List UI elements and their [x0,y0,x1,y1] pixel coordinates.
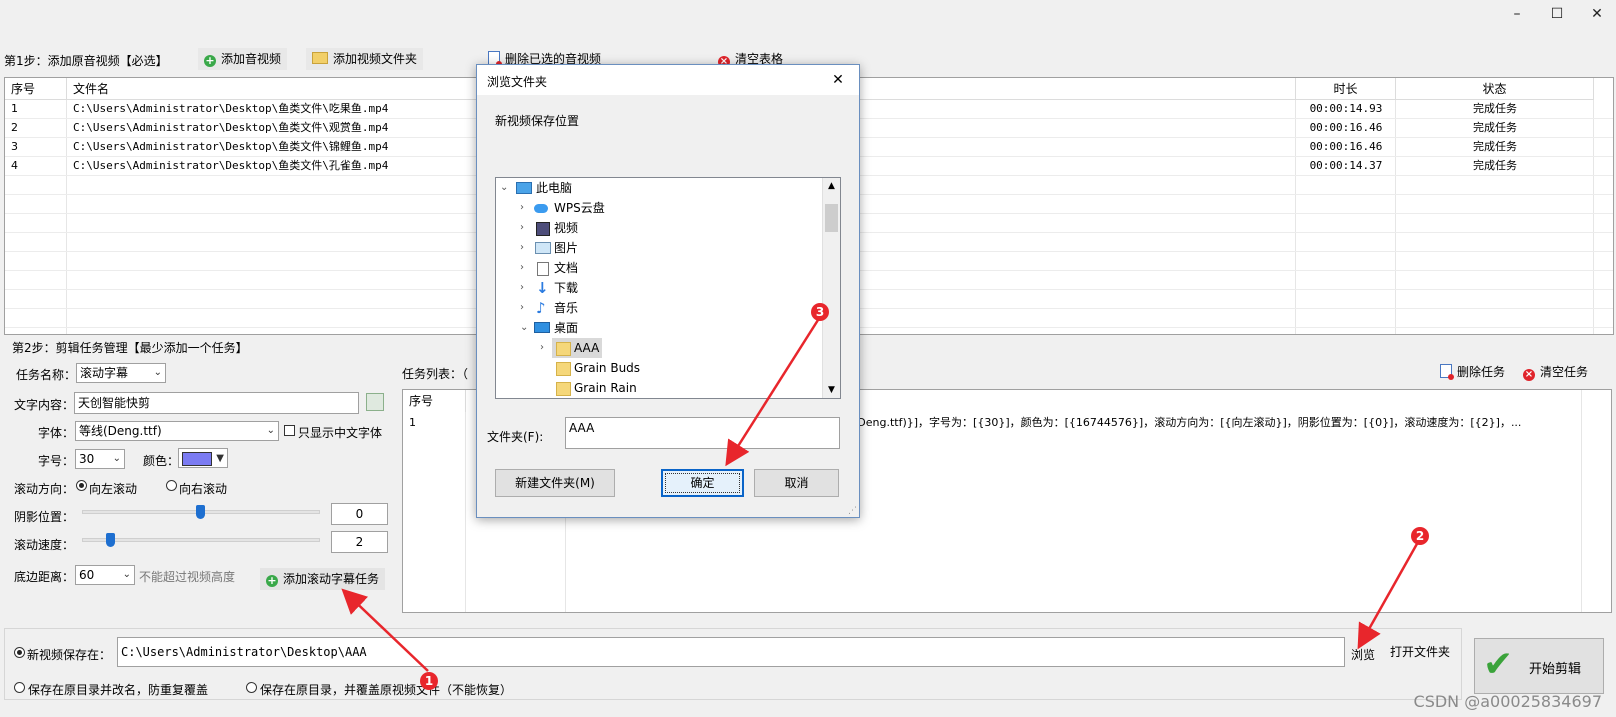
annotation-arrows [341,319,1420,672]
annotation-badge-3: 3 [811,303,829,321]
arrow-to-browse [1357,541,1420,650]
arrow-to-ok [725,319,820,467]
arrow-to-add-task [341,588,429,672]
annotation-badge-1: 1 [420,672,438,690]
watermark: CSDN @a00025834697 [1413,692,1602,711]
annotation-badge-2: 2 [1411,527,1429,545]
